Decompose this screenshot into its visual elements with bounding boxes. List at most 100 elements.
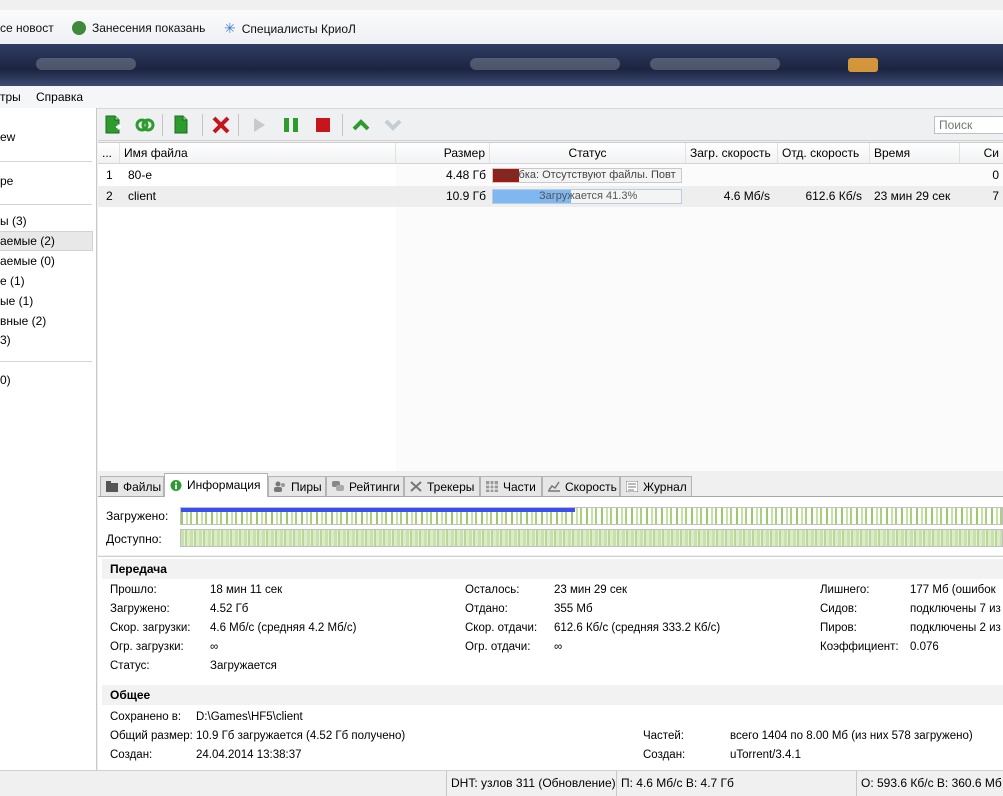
pieces-icon bbox=[486, 481, 498, 492]
tab-pieces[interactable]: Части bbox=[480, 476, 542, 496]
col-down-speed[interactable]: Загр. скорость bbox=[686, 143, 778, 163]
add-torrent-button[interactable] bbox=[102, 114, 124, 136]
bookmarks-bar: се новост Занесения показань ✳ Специалист… bbox=[0, 10, 1003, 45]
upload-status: О: 593.6 Кб/с В: 360.6 Мб bbox=[856, 771, 1003, 796]
tab-files[interactable]: Файлы bbox=[100, 476, 164, 496]
new-file-icon bbox=[174, 115, 188, 134]
download-status: П: 4.6 Мб/с В: 4.7 Гб bbox=[616, 771, 856, 796]
pause-button[interactable] bbox=[280, 114, 302, 136]
sidebar-item[interactable]: ые (1) bbox=[0, 292, 33, 310]
bookmark-specialists[interactable]: ✳ Специалисты КриоЛ bbox=[224, 19, 356, 37]
play-icon bbox=[254, 118, 265, 132]
info-key: Создан: bbox=[110, 749, 153, 761]
search-input[interactable] bbox=[934, 116, 1003, 134]
sidebar-item[interactable]: е (1) bbox=[0, 272, 25, 290]
row-name: 80-e bbox=[128, 168, 153, 182]
sidebar-item[interactable]: pe bbox=[0, 172, 13, 190]
info-key: Общий размер: bbox=[110, 730, 193, 742]
tab-trackers[interactable]: Трекеры bbox=[404, 476, 480, 496]
sidebar-item[interactable]: аемые (0) bbox=[0, 252, 55, 270]
info-value: 355 Мб bbox=[554, 603, 593, 615]
info-key: Сидов: bbox=[820, 603, 858, 615]
sidebar-item[interactable]: 0) bbox=[0, 371, 11, 389]
info-value: 10.9 Гб загружается (4.52 Гб получено) bbox=[196, 730, 406, 742]
move-up-button[interactable] bbox=[350, 114, 372, 136]
col-size[interactable]: Размер bbox=[396, 143, 490, 163]
downloaded-label: Загружено: bbox=[106, 509, 169, 523]
info-value: 0.076 bbox=[910, 641, 939, 653]
general-section-title: Общее bbox=[102, 685, 1003, 705]
info-key: Статус: bbox=[110, 660, 150, 672]
info-value: всего 1404 по 8.00 Мб (из них 578 загруж… bbox=[730, 730, 973, 742]
link-icon bbox=[135, 118, 155, 132]
row-seeds: 0 bbox=[992, 168, 999, 182]
info-key: Прошло: bbox=[110, 584, 157, 596]
downloaded-progress-line bbox=[181, 508, 576, 512]
row-down-speed: 4.6 Мб/s bbox=[723, 189, 770, 203]
info-value: 18 мин 11 сек bbox=[210, 584, 283, 596]
sidebar-divider bbox=[0, 204, 92, 205]
detail-tabs: Файлы Информация Пиры Рейтинги Трекеры Ч… bbox=[98, 472, 1003, 497]
row-up-speed: 612.6 Кб/s bbox=[805, 189, 862, 203]
table-row[interactable]: 1 80-e 4.48 Гб Ошибка: Отсутствуют файлы… bbox=[98, 165, 1003, 186]
sidebar-divider bbox=[0, 161, 92, 162]
tab-speed[interactable]: Скорость bbox=[542, 476, 620, 496]
col-name[interactable]: Имя файла bbox=[120, 143, 396, 163]
info-value: ∞ bbox=[554, 641, 563, 653]
col-up-speed[interactable]: Отд. скорость bbox=[778, 143, 870, 163]
info-value: uTorrent/3.4.1 bbox=[730, 749, 801, 761]
table-row[interactable]: 2 client 10.9 Гб Загружается 41.3% 4.6 М… bbox=[98, 186, 1003, 207]
info-value: подключены 7 из bbox=[910, 603, 1001, 615]
menu-filters[interactable]: тры bbox=[0, 90, 21, 104]
sidebar-item[interactable]: ы (3) bbox=[0, 212, 27, 230]
bookmark-readings[interactable]: Занесения показань bbox=[72, 19, 205, 37]
main-toolbar bbox=[98, 110, 1003, 141]
title-icons bbox=[36, 58, 136, 70]
info-key: Загружено: bbox=[110, 603, 170, 615]
sidebar-item[interactable]: 3) bbox=[0, 331, 11, 349]
row-size: 10.9 Гб bbox=[445, 189, 486, 203]
row-size: 4.48 Гб bbox=[445, 168, 486, 182]
info-value: ∞ bbox=[210, 641, 219, 653]
sidebar-divider bbox=[0, 361, 92, 362]
col-seeds[interactable]: Си bbox=[960, 143, 1003, 163]
stop-button[interactable] bbox=[312, 114, 334, 136]
info-key: Отдано: bbox=[465, 603, 508, 615]
move-down-button[interactable] bbox=[382, 114, 404, 136]
remove-button[interactable] bbox=[210, 114, 232, 136]
info-value: 23 мин 29 сек bbox=[554, 584, 628, 596]
tab-peers[interactable]: Пиры bbox=[268, 476, 326, 496]
speed-icon bbox=[548, 481, 560, 492]
toolbar-separator bbox=[342, 114, 343, 136]
row-num: 1 bbox=[106, 168, 113, 182]
info-key: Частей: bbox=[643, 730, 684, 742]
col-num[interactable]: ... bbox=[98, 143, 120, 163]
info-icon bbox=[170, 480, 182, 491]
torrent-table: ... Имя файла Размер Статус Загр. скорос… bbox=[98, 142, 1003, 471]
info-value: подключены 2 из bbox=[910, 622, 1001, 634]
status-text: Загружается 41.3% bbox=[539, 190, 638, 202]
tab-info[interactable]: Информация bbox=[164, 473, 268, 497]
menu-help[interactable]: Справка bbox=[36, 90, 83, 104]
add-url-button[interactable] bbox=[134, 114, 156, 136]
chevron-down-icon bbox=[384, 119, 402, 131]
sidebar-item-selected[interactable]: аемые (2) bbox=[0, 231, 93, 251]
tab-log[interactable]: Журнал bbox=[620, 476, 692, 496]
transfer-section-title: Передача bbox=[102, 559, 1003, 579]
info-key: Создан: bbox=[643, 749, 686, 761]
info-value: 4.52 Гб bbox=[210, 603, 249, 615]
start-button[interactable] bbox=[248, 114, 270, 136]
create-torrent-button[interactable] bbox=[170, 114, 192, 136]
sidebar-item[interactable]: ew bbox=[0, 128, 15, 146]
toolbar-separator bbox=[162, 114, 163, 136]
col-eta[interactable]: Время bbox=[870, 143, 960, 163]
log-icon bbox=[626, 481, 638, 492]
trackers-icon bbox=[410, 481, 422, 492]
info-key: Осталось: bbox=[465, 584, 520, 596]
status-progress: Загружается 41.3% bbox=[492, 189, 682, 204]
tab-ratings[interactable]: Рейтинги bbox=[326, 476, 404, 496]
window-titlebar bbox=[0, 44, 1003, 86]
sidebar-item[interactable]: вные (2) bbox=[0, 312, 46, 330]
col-status[interactable]: Статус bbox=[490, 143, 686, 163]
bookmark-news[interactable]: се новост bbox=[0, 19, 54, 37]
